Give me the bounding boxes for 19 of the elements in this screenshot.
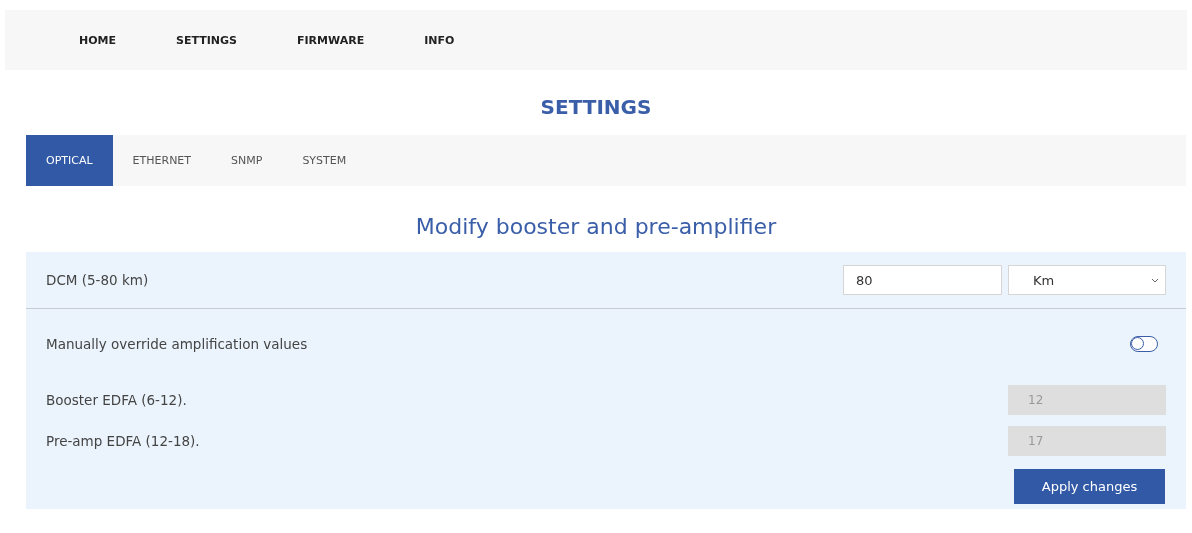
nav-link[interactable]: FIRMWARE xyxy=(297,33,365,47)
tab[interactable]: OPTICAL xyxy=(26,135,113,186)
dcm-input[interactable]: 80 xyxy=(843,265,1002,295)
field-label: Manually override amplification values xyxy=(46,336,308,352)
tab[interactable]: SYSTEM xyxy=(282,135,367,186)
toggle-switch[interactable] xyxy=(1130,336,1158,352)
nav-link[interactable]: INFO xyxy=(424,33,455,47)
field-label: DCM (5-80 km) xyxy=(46,272,149,288)
tab[interactable]: SNMP xyxy=(211,135,283,186)
tab[interactable]: ETHERNET xyxy=(112,135,212,186)
section-heading: Modify booster and pre-amplifier xyxy=(414,213,778,241)
field-label: Pre-amp EDFA (12-18). xyxy=(46,432,200,449)
unit-dropdown[interactable]: Km xyxy=(1008,265,1166,295)
nav-link[interactable]: SETTINGS xyxy=(176,33,237,47)
page-title: SETTINGS xyxy=(539,94,653,121)
chevron-down-icon xyxy=(1151,277,1159,283)
apply-button[interactable]: Apply changes xyxy=(1014,469,1165,504)
field-label: Booster EDFA (6-12). xyxy=(46,391,187,408)
nav-link[interactable]: HOME xyxy=(79,33,117,47)
